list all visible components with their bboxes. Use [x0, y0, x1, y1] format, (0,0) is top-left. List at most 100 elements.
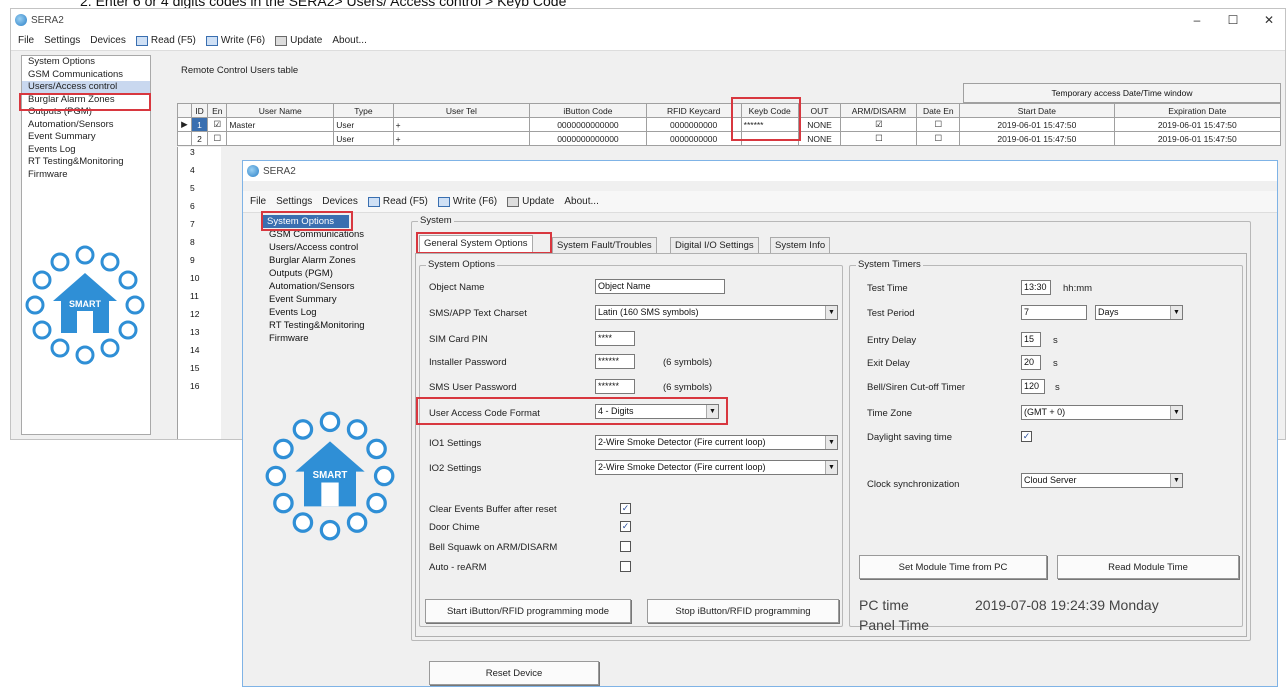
row-id[interactable]: 12 [190, 309, 199, 319]
close-button[interactable]: ✕ [1251, 9, 1285, 31]
menu-devices[interactable]: Devices [85, 35, 131, 46]
row-id[interactable]: 11 [190, 291, 199, 301]
menu-read[interactable]: Read (F5) [131, 35, 201, 46]
table-row[interactable]: ▶ 1 ☑ Master User + 0000000000000 000000… [177, 117, 1282, 132]
menu-update[interactable]: Update [502, 196, 559, 207]
cell-date-en[interactable]: ☐ [916, 131, 961, 146]
cell-id[interactable]: 1 [190, 117, 209, 132]
start-programming-button[interactable]: Start iButton/RFID programming mode [425, 599, 631, 623]
chevron-down-icon[interactable]: ▼ [825, 461, 837, 474]
read-module-time-button[interactable]: Read Module Time [1057, 555, 1239, 579]
menu-read[interactable]: Read (F5) [363, 196, 433, 207]
table-row[interactable]: 2 ☐ User + 0000000000000 0000000000 NONE… [177, 131, 1282, 146]
menu-devices[interactable]: Devices [317, 196, 363, 207]
cell-ibutton[interactable]: 0000000000000 [529, 117, 647, 132]
col-date-en[interactable]: Date En [916, 103, 961, 118]
tree-item-rt-testing[interactable]: RT Testing&Monitoring [263, 319, 413, 332]
col-rfid[interactable]: RFID Keycard [645, 103, 742, 118]
cell-out[interactable]: NONE [797, 131, 842, 146]
menu-settings[interactable]: Settings [271, 196, 317, 207]
tree-item-gsm[interactable]: GSM Communications [22, 69, 150, 82]
auto-rearm-checkbox[interactable] [620, 561, 631, 572]
cell-start-date[interactable]: 2019-06-01 15:47:50 [959, 131, 1115, 146]
tab-system-info[interactable]: System Info [770, 237, 831, 254]
io1-settings-select[interactable]: 2-Wire Smoke Detector (Fire current loop… [595, 435, 838, 450]
cell-rfid[interactable]: 0000000000 [645, 131, 742, 146]
col-type[interactable]: Type [333, 103, 394, 118]
tree-item-rt-testing[interactable]: RT Testing&Monitoring [22, 156, 150, 169]
minimize-button[interactable]: – [1179, 9, 1215, 31]
tab-system-fault-troubles[interactable]: System Fault/Troubles [552, 237, 657, 254]
test-time-field[interactable]: 13:30 [1021, 280, 1051, 295]
daylight-saving-checkbox[interactable]: ✓ [1021, 431, 1032, 442]
menu-write[interactable]: Write (F6) [201, 35, 270, 46]
tree-item-events-log[interactable]: Events Log [263, 306, 413, 319]
cell-user-tel[interactable]: + [392, 131, 531, 146]
col-user-name[interactable]: User Name [226, 103, 335, 118]
cell-expiration-date[interactable]: 2019-06-01 15:47:50 [1113, 117, 1282, 132]
tree-item-firmware[interactable]: Firmware [22, 169, 150, 182]
menu-file[interactable]: File [13, 35, 39, 46]
sim-pin-field[interactable]: **** [595, 331, 635, 346]
exit-delay-field[interactable]: 20 [1021, 355, 1041, 370]
test-period-unit-select[interactable]: Days ▼ [1095, 305, 1183, 320]
tree-item-automation[interactable]: Automation/Sensors [22, 119, 150, 132]
menu-write[interactable]: Write (F6) [433, 196, 502, 207]
installer-password-field[interactable]: ****** [595, 354, 635, 369]
entry-delay-field[interactable]: 15 [1021, 332, 1041, 347]
tree-item-system-options[interactable]: System Options [22, 56, 150, 69]
stop-programming-button[interactable]: Stop iButton/RFID programming [647, 599, 839, 623]
col-user-tel[interactable]: User Tel [392, 103, 531, 118]
cell-type[interactable]: User [333, 131, 394, 146]
row-id[interactable]: 14 [190, 345, 199, 355]
cell-en[interactable]: ☐ [207, 131, 228, 146]
menu-update[interactable]: Update [270, 35, 327, 46]
cell-arm[interactable]: ☑ [840, 117, 918, 132]
chevron-down-icon[interactable]: ▼ [1170, 474, 1182, 487]
cell-rfid[interactable]: 0000000000 [645, 117, 742, 132]
bell-squawk-checkbox[interactable] [620, 541, 631, 552]
row-id[interactable]: 6 [190, 201, 195, 211]
cell-user-tel[interactable]: + [392, 117, 531, 132]
row-id[interactable]: 7 [190, 219, 195, 229]
sms-text-charset-select[interactable]: Latin (160 SMS symbols) ▼ [595, 305, 838, 320]
object-name-field[interactable]: Object Name [595, 279, 725, 294]
io2-settings-select[interactable]: 2-Wire Smoke Detector (Fire current loop… [595, 460, 838, 475]
chevron-down-icon[interactable]: ▼ [825, 436, 837, 449]
chevron-down-icon[interactable]: ▼ [825, 306, 837, 319]
col-expiration-date[interactable]: Expiration Date [1113, 103, 1282, 118]
tab-digital-io-settings[interactable]: Digital I/O Settings [670, 237, 759, 254]
cell-user-name[interactable]: Master [226, 117, 335, 132]
sms-user-password-field[interactable]: ****** [595, 379, 635, 394]
row-id[interactable]: 16 [190, 381, 199, 391]
tree-item-users-access[interactable]: Users/Access control [263, 241, 413, 254]
cell-out[interactable]: NONE [797, 117, 842, 132]
cell-start-date[interactable]: 2019-06-01 15:47:50 [959, 117, 1115, 132]
row-id[interactable]: 13 [190, 327, 199, 337]
tree-item-event-summary[interactable]: Event Summary [22, 131, 150, 144]
row-id[interactable]: 4 [190, 165, 195, 175]
chevron-down-icon[interactable]: ▼ [1170, 306, 1182, 319]
row-id[interactable]: 5 [190, 183, 195, 193]
col-start-date[interactable]: Start Date [959, 103, 1115, 118]
cell-en[interactable]: ☑ [207, 117, 228, 132]
cell-user-name[interactable] [226, 131, 335, 146]
tree-item-event-summary[interactable]: Event Summary [263, 293, 413, 306]
reset-device-button[interactable]: Reset Device [429, 661, 599, 685]
tree-item-events-log[interactable]: Events Log [22, 144, 150, 157]
row-id[interactable]: 10 [190, 273, 199, 283]
maximize-button[interactable]: ☐ [1215, 9, 1251, 31]
bell-cutoff-field[interactable]: 120 [1021, 379, 1045, 394]
menu-settings[interactable]: Settings [39, 35, 85, 46]
cell-arm[interactable]: ☐ [840, 131, 918, 146]
cell-id[interactable]: 2 [190, 131, 209, 146]
col-id[interactable]: ID [190, 103, 209, 118]
menu-about[interactable]: About... [559, 196, 603, 207]
col-en[interactable]: En [207, 103, 228, 118]
test-period-field[interactable]: 7 [1021, 305, 1087, 320]
row-id[interactable]: 9 [190, 255, 195, 265]
col-arm-disarm[interactable]: ARM/DISARM [840, 103, 918, 118]
menu-about[interactable]: About... [327, 35, 371, 46]
row-id[interactable]: 8 [190, 237, 195, 247]
col-out[interactable]: OUT [797, 103, 842, 118]
